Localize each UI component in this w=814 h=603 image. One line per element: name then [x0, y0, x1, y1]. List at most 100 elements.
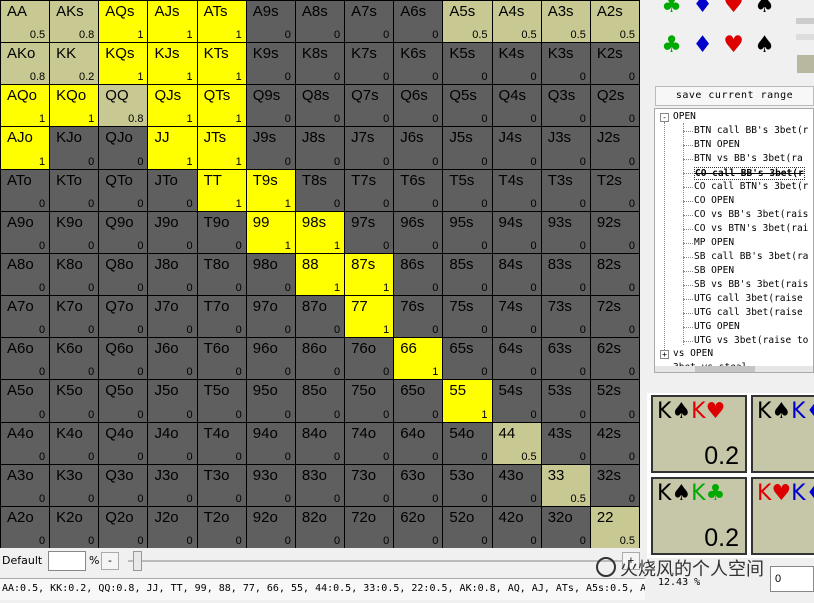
range-tree-view[interactable]: - OPEN + vs OPEN 3bet vs steal BTN call …	[654, 108, 814, 373]
tree-node-item[interactable]: UTG call 3bet(raise	[694, 307, 803, 318]
hand-cell[interactable]: 65o 0	[393, 379, 444, 423]
hand-cell[interactable]: 42s 0	[589, 421, 640, 465]
save-current-range-button[interactable]: save current range	[655, 86, 814, 106]
hand-cell[interactable]: A7o 0	[0, 295, 51, 339]
hand-cell[interactable]: J4o 0	[147, 421, 198, 465]
hand-cell[interactable]: T5o 0	[196, 379, 247, 423]
hand-cell[interactable]: K4o 0	[49, 421, 100, 465]
hand-cell[interactable]: AA 0.5	[0, 0, 51, 44]
hand-cell[interactable]: KJs 1	[147, 42, 198, 86]
percent-input[interactable]	[48, 551, 86, 571]
hand-cell[interactable]: 94s 0	[491, 210, 542, 254]
hand-cell[interactable]: K8s 0	[294, 42, 346, 86]
hand-cell[interactable]: AQs 1	[98, 0, 149, 44]
tree-node-item[interactable]: SB OPEN	[694, 265, 734, 276]
hand-cell[interactable]: Q5s 0	[442, 84, 493, 128]
hand-cell[interactable]: 42o 0	[491, 505, 542, 549]
hand-cell[interactable]: T4o 0	[196, 421, 247, 465]
hand-cell[interactable]: KQo 1	[49, 84, 100, 128]
hand-cell[interactable]: J6s 0	[393, 126, 444, 170]
spade-icon[interactable]: ♠	[749, 32, 780, 58]
hand-cell[interactable]: A5s 0.5	[442, 0, 493, 44]
hand-cell[interactable]: A7s 0	[344, 0, 395, 44]
hand-cell[interactable]: T4s 0	[491, 168, 542, 212]
hand-cell[interactable]: Q2o 0	[98, 505, 149, 549]
hand-cell[interactable]: KK 0.2	[49, 42, 100, 86]
hand-cell[interactable]: T6o 0	[196, 337, 247, 381]
hand-cell[interactable]: JJ 1	[147, 126, 198, 170]
hand-cell[interactable]: 43o 0	[491, 463, 542, 507]
hand-cell[interactable]: T3o 0	[196, 463, 247, 507]
color-swatch[interactable]	[797, 55, 814, 73]
hand-cell[interactable]: 53s 0	[540, 379, 591, 423]
hand-cell[interactable]: 98o 0	[245, 252, 296, 297]
tree-node-item[interactable]: UTG OPEN	[694, 321, 740, 332]
diamond-icon[interactable]: ♦	[687, 0, 718, 18]
hand-cell[interactable]: 64s 0	[491, 337, 542, 381]
hand-cell[interactable]: 72o 0	[344, 505, 395, 549]
hand-cell[interactable]: 75o 0	[344, 379, 395, 423]
hand-cell[interactable]: KTs 1	[196, 42, 247, 86]
hand-cell[interactable]: K7s 0	[344, 42, 395, 86]
hand-cell[interactable]: T2o 0	[196, 505, 247, 549]
hand-cell[interactable]: K5s 0	[442, 42, 493, 86]
spinner-down[interactable]	[796, 34, 814, 40]
hand-cell[interactable]: 32o 0	[540, 505, 591, 549]
hand-cell[interactable]: TT 1	[196, 168, 247, 212]
hand-cell[interactable]: K4s 0	[491, 42, 542, 86]
hand-cell[interactable]: K2s 0	[589, 42, 640, 86]
hand-cell[interactable]: A6o 0	[0, 337, 51, 381]
decrease-button[interactable]: -	[101, 552, 119, 570]
club-icon[interactable]: ♣	[656, 0, 687, 18]
hand-cell[interactable]: 82s 0	[589, 252, 640, 297]
hand-cell[interactable]: 98s 1	[294, 210, 346, 254]
tree-node-item[interactable]: CO vs BTN's 3bet(rai	[694, 223, 808, 234]
tree-node-item[interactable]: UTG vs 3bet(raise to	[694, 335, 808, 346]
hand-cell[interactable]: 94o 0	[245, 421, 296, 465]
hand-cell[interactable]: K8o 0	[49, 252, 100, 297]
hand-cell[interactable]: 76o 0	[344, 337, 395, 381]
hand-cell[interactable]: T5s 0	[442, 168, 493, 212]
hand-cell[interactable]: K6o 0	[49, 337, 100, 381]
hand-cell[interactable]: KTo 0	[49, 168, 100, 212]
hand-cell[interactable]: 75s 0	[442, 295, 493, 339]
hand-cell[interactable]: K3s 0	[540, 42, 591, 86]
tree-node-item[interactable]: SB vs BB's 3bet(rais	[694, 279, 808, 290]
hand-cell[interactable]: T7o 0	[196, 295, 247, 339]
hand-cell[interactable]: QTo 0	[98, 168, 149, 212]
hand-cell[interactable]: J3o 0	[147, 463, 198, 507]
tree-node-item[interactable]: MP OPEN	[694, 237, 734, 248]
hand-cell[interactable]: 84s 0	[491, 252, 542, 297]
hand-cell[interactable]: T3s 0	[540, 168, 591, 212]
club-icon[interactable]: ♣	[656, 32, 687, 58]
hand-cell[interactable]: T8o 0	[196, 252, 247, 297]
hand-cell[interactable]: 93o 0	[245, 463, 296, 507]
hand-cell[interactable]: Q9s 0	[245, 84, 296, 128]
hand-cell[interactable]: A9o 0	[0, 210, 51, 254]
hand-cell[interactable]: T9o 0	[196, 210, 247, 254]
hand-cell[interactable]: 99 1	[245, 210, 296, 254]
hand-cell[interactable]: JTo 0	[147, 168, 198, 212]
hand-cell[interactable]: A5o 0	[0, 379, 51, 423]
hand-cell[interactable]: 53o 0	[442, 463, 493, 507]
hand-cell[interactable]: QQ 0.8	[98, 84, 149, 128]
hand-cell[interactable]: 92s 0	[589, 210, 640, 254]
collapse-toggle-icon[interactable]: -	[660, 113, 669, 122]
hand-cell[interactable]: 93s 0	[540, 210, 591, 254]
tree-node-vs-open[interactable]: vs OPEN	[673, 348, 713, 359]
hand-cell[interactable]: A2o 0	[0, 505, 51, 549]
diamond-icon[interactable]: ♦	[687, 32, 718, 58]
hand-cell[interactable]: AJs 1	[147, 0, 198, 44]
hand-cell[interactable]: 63o 0	[393, 463, 444, 507]
hand-cell[interactable]: 84o 0	[294, 421, 346, 465]
hand-cell[interactable]: 52o 0	[442, 505, 493, 549]
hand-cell[interactable]: 85o 0	[294, 379, 346, 423]
hand-cell[interactable]: J5o 0	[147, 379, 198, 423]
hand-cell[interactable]: 66 1	[393, 337, 444, 381]
hand-cell[interactable]: 74s 0	[491, 295, 542, 339]
hand-cell[interactable]: QJs 1	[147, 84, 198, 128]
hand-cell[interactable]: A3o 0	[0, 463, 51, 507]
hand-cell[interactable]: J9s 0	[245, 126, 296, 170]
hand-cell[interactable]: 73o 0	[344, 463, 395, 507]
hand-cell[interactable]: J5s 0	[442, 126, 493, 170]
